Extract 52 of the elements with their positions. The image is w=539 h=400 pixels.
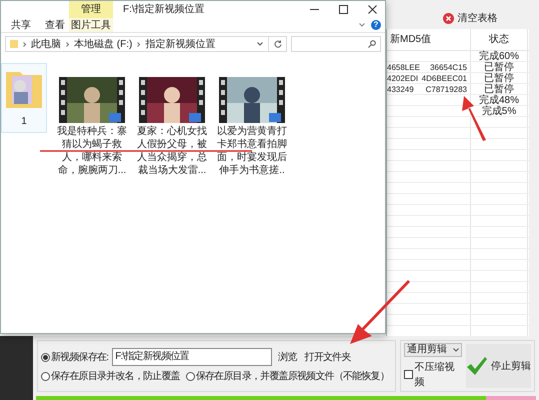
- close-icon: [442, 12, 454, 24]
- radio-option[interactable]: 新视频保存在:: [41, 350, 108, 364]
- chevron-down-icon[interactable]: [257, 42, 263, 46]
- radio-option[interactable]: 保存在原目录，并覆盖原视频文件（不能恢复）: [186, 369, 390, 384]
- ribbon-tab[interactable]: 查看: [41, 18, 69, 32]
- compress-checkbox[interactable]: 不压缩视频: [404, 360, 462, 390]
- video-item[interactable]: 我是特种兵：寨猜以为蝎子救人，哪料来索命，腕腕两刀...: [57, 77, 127, 177]
- folder-icon: [10, 40, 18, 48]
- window-title: F:\指定新视频位置: [123, 2, 205, 17]
- table-cell: 完成60%: [471, 51, 528, 61]
- arrow: [350, 280, 410, 344]
- chevron-right-icon: [137, 42, 140, 46]
- refresh-icon[interactable]: [274, 40, 282, 48]
- table-cell: 已暂停: [471, 84, 528, 94]
- path-field[interactable]: F:\指定新视频位置: [112, 348, 272, 366]
- table-cell: 4658LEE: [387, 62, 420, 72]
- breadcrumb-item[interactable]: 指定新视频位置: [145, 36, 216, 52]
- table-cell: 已暂停: [471, 62, 528, 72]
- chevron-right-icon: [66, 42, 69, 46]
- table-cell: 433249: [387, 84, 414, 94]
- help-icon[interactable]: ?: [371, 20, 381, 30]
- chevron-down-icon[interactable]: [359, 23, 365, 27]
- radio-option[interactable]: 保存在原目录并改名，防止覆盖: [41, 369, 180, 384]
- mode-dropdown[interactable]: 通用剪辑: [404, 342, 462, 356]
- clear-table-button[interactable]: 清空表格: [438, 10, 502, 26]
- breadcrumb-item[interactable]: 本地磁盘 (F:): [74, 36, 132, 52]
- folder-item[interactable]: 1: [1, 63, 47, 133]
- sidebar-panel: [0, 336, 33, 400]
- address-bar[interactable]: 此电脑 本地磁盘 (F:) 指定新视频位置: [5, 36, 287, 52]
- table-cell: C78719283: [426, 84, 467, 94]
- video-item[interactable]: 以爱为营黄青打卡郑书意看拍脚面，时宴发现后伸手为书意搓..: [217, 77, 287, 177]
- chevron-right-icon: [23, 42, 26, 46]
- table-cell: 4D6BEEC01: [422, 73, 467, 83]
- table-cell: 已暂停: [471, 73, 528, 83]
- ribbon-tab[interactable]: 共享: [1, 18, 41, 32]
- stop-button[interactable]: 停止剪辑: [466, 344, 531, 388]
- column-header: 新MD5值: [387, 29, 471, 50]
- browse-button[interactable]: 浏览: [276, 350, 299, 364]
- close-icon[interactable]: [368, 5, 377, 14]
- column-header: 状态: [471, 29, 528, 50]
- video-item[interactable]: 夏家：心机女找人假扮父母，被人当众揭穿，总裁当场大发雷...: [137, 77, 207, 177]
- search-field[interactable]: [291, 36, 381, 52]
- context-tab[interactable]: 管理: [69, 1, 113, 18]
- table-cell: 36654C15: [430, 62, 467, 72]
- maximize-icon[interactable]: [339, 5, 348, 14]
- table-cell: 4202EDI: [387, 73, 418, 83]
- checkmark-icon: [466, 356, 488, 376]
- search-icon: [368, 40, 376, 48]
- chevron-down-icon: [453, 348, 459, 352]
- breadcrumb-item[interactable]: 此电脑: [31, 36, 61, 52]
- ribbon-tab[interactable]: 图片工具: [69, 18, 113, 32]
- open-folder-button[interactable]: 打开文件夹: [302, 350, 353, 364]
